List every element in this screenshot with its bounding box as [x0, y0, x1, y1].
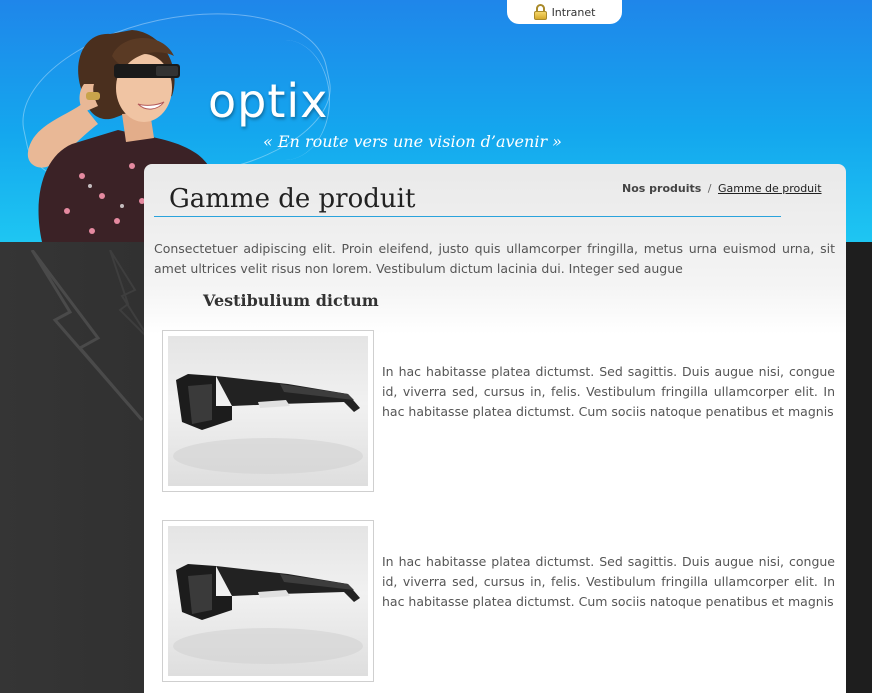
- product-item: In hac habitasse platea dictumst. Sed sa…: [162, 330, 835, 492]
- section-title: Vestibulium dictum: [203, 291, 379, 310]
- product-item: In hac habitasse platea dictumst. Sed sa…: [162, 520, 835, 682]
- sunglasses-image: [168, 526, 368, 676]
- product-image-frame[interactable]: [162, 520, 374, 682]
- breadcrumb-separator: /: [707, 182, 712, 195]
- tagline: « En route vers une vision d’avenir »: [263, 132, 562, 151]
- product-image-frame[interactable]: [162, 330, 374, 492]
- lock-icon: [533, 4, 547, 20]
- title-divider: [154, 216, 781, 217]
- lightning-bolt-decoration: [30, 250, 150, 421]
- product-description: In hac habitasse platea dictumst. Sed sa…: [382, 364, 835, 419]
- intranet-link[interactable]: Intranet: [507, 0, 622, 24]
- sunglasses-image: [168, 336, 368, 486]
- breadcrumb-home[interactable]: Nos produits: [622, 182, 701, 195]
- breadcrumb-current[interactable]: Gamme de produit: [718, 182, 822, 195]
- page-title: Gamme de produit: [169, 184, 416, 214]
- intranet-label: Intranet: [551, 5, 596, 19]
- intro-paragraph: Consectetuer adipiscing elit. Proin elei…: [154, 241, 835, 276]
- optix-logo[interactable]: optix: [208, 78, 328, 124]
- breadcrumb: Nos produits / Gamme de produit: [622, 182, 822, 195]
- product-description: In hac habitasse platea dictumst. Sed sa…: [382, 554, 835, 609]
